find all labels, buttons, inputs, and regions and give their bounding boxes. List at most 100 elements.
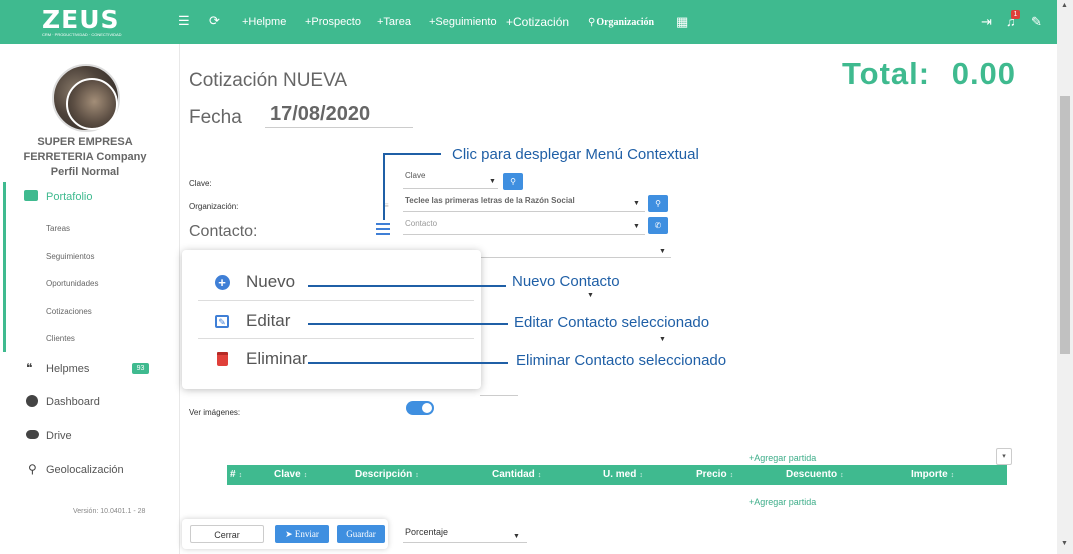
column-header-descripcion[interactable]: Descripción ↕ xyxy=(355,469,419,480)
column-header-descuento[interactable]: Descuento ↕ xyxy=(786,469,844,480)
column-header-cantidad[interactable]: Cantidad ↕ xyxy=(492,469,541,480)
wrench-icon[interactable]: ✎ xyxy=(1031,14,1042,30)
porcentaje-value: Porcentaje xyxy=(405,527,449,537)
organizacion-placeholder: Teclee las primeras letras de la Razón S… xyxy=(405,196,575,205)
nav-seguimiento[interactable]: +Seguimiento xyxy=(429,0,497,44)
menu-item-editar[interactable]: ✎ Editar xyxy=(214,311,290,331)
clave-search-button[interactable]: ⚲ xyxy=(503,173,523,190)
column-header-umed[interactable]: U. med ↕ xyxy=(603,469,643,480)
scroll-up-icon[interactable]: ▲ xyxy=(1061,2,1068,9)
nav-helpme-label[interactable]: +Helpme xyxy=(242,16,286,28)
organizacion-search-button[interactable]: ⚲ xyxy=(648,195,668,212)
active-section-indicator xyxy=(3,182,6,352)
sidebar-sub-cotizaciones[interactable]: Cotizaciones xyxy=(46,307,92,316)
map-pin-icon: ⚲ xyxy=(28,462,37,476)
zeus-logo[interactable]: ZEUS CRM · PRODUCTIVIDAD · CONECTIVIDAD xyxy=(42,5,134,37)
column-header-precio[interactable]: Precio ↕ xyxy=(696,469,733,480)
nav-cotizacion[interactable]: +Cotización xyxy=(506,0,569,44)
ver-imagenes-toggle[interactable] xyxy=(406,401,434,415)
sidebar-item-label: Portafolio xyxy=(46,191,93,203)
notification-badge: 1 xyxy=(1011,10,1020,19)
nav-prospecto-label[interactable]: +Prospecto xyxy=(305,16,361,28)
nav-tarea[interactable]: +Tarea xyxy=(377,0,411,44)
chat-icon: ❝ xyxy=(26,361,33,375)
chevron-down-icon: ▼ xyxy=(513,533,520,540)
total-value: 0.00 xyxy=(951,56,1017,91)
chevron-down-icon: ▼ xyxy=(659,336,666,343)
menu-item-nuevo[interactable]: + Nuevo xyxy=(214,272,295,292)
grid-options-dropdown[interactable]: ▾ xyxy=(996,448,1012,465)
contact-menu-icon[interactable] xyxy=(376,223,390,235)
menu-item-label: Eliminar xyxy=(246,349,308,368)
nav-tarea-label[interactable]: +Tarea xyxy=(377,16,411,28)
hamburger-icon[interactable]: ☰ xyxy=(178,13,190,29)
send-icon: ➤ xyxy=(285,529,293,539)
nav-seguimiento-label[interactable]: +Seguimiento xyxy=(429,16,497,28)
hidden-field-row[interactable] xyxy=(480,380,518,396)
edit-icon: ✎ xyxy=(214,313,230,329)
logo-text: ZEUS xyxy=(42,5,120,34)
vertical-scrollbar[interactable]: ▲ ▼ xyxy=(1057,0,1073,554)
menu-item-eliminar[interactable]: Eliminar xyxy=(214,349,307,369)
porcentaje-select[interactable]: Porcentaje xyxy=(403,527,527,543)
profile-name: Perfil Normal xyxy=(50,166,120,178)
agregar-partida-link-bottom[interactable]: +Agregar partida xyxy=(749,497,816,507)
menu-item-label: Nuevo xyxy=(246,272,296,291)
sidebar-item-label: Dashboard xyxy=(46,396,100,408)
nav-prospecto[interactable]: +Prospecto xyxy=(305,0,361,44)
sidebar-sub-tareas[interactable]: Tareas xyxy=(46,224,70,233)
column-header-clave[interactable]: Clave ↕ xyxy=(274,469,307,480)
cerrar-button[interactable]: Cerrar xyxy=(190,525,264,543)
clave-select-value: Clave xyxy=(405,171,426,180)
enviar-button[interactable]: ➤ Enviar xyxy=(275,525,329,543)
contacto-phone-button[interactable]: ✆ xyxy=(648,217,668,234)
annotation-line-vertical xyxy=(383,153,385,220)
briefcase-icon xyxy=(24,190,38,201)
trash-icon xyxy=(214,351,230,367)
column-header-num[interactable]: # ↕ xyxy=(230,469,242,480)
page-title: Cotización NUEVA xyxy=(189,70,348,91)
agregar-partida-link-top[interactable]: +Agregar partida xyxy=(749,453,816,463)
menu-divider xyxy=(198,300,474,301)
sidebar-item-label: Geolocalización xyxy=(46,464,124,476)
calendar-icon[interactable]: ▦ xyxy=(676,14,688,30)
sidebar-sub-seguimientos[interactable]: Seguimientos xyxy=(46,252,94,261)
annotation-line xyxy=(383,153,441,155)
chevron-down-icon: ▼ xyxy=(489,178,496,185)
logout-icon[interactable]: ⇥ xyxy=(981,14,992,30)
search-icon: ⚲ xyxy=(588,16,596,28)
guardar-button[interactable]: Guardar xyxy=(337,525,385,543)
chevron-down-icon: ▼ xyxy=(659,248,666,255)
sidebar-item-label: Helpmes xyxy=(46,363,90,375)
version-text: Versión: 10.0401.1 - 28 xyxy=(73,508,146,515)
nav-organizacion-label[interactable]: Organización xyxy=(596,17,654,28)
annotation-line xyxy=(308,285,506,287)
organizacion-input[interactable]: Teclee las primeras letras de la Razón S… xyxy=(403,196,645,212)
contacto-select[interactable]: Contacto xyxy=(403,219,645,235)
nav-cotizacion-label[interactable]: +Cotización xyxy=(506,15,569,29)
nav-helpme[interactable]: +Helpme xyxy=(242,0,286,44)
avatar-photo xyxy=(66,78,118,130)
menu-item-label: Editar xyxy=(246,311,291,330)
logo-tagline: CRM · PRODUCTIVIDAD · CONECTIVIDAD xyxy=(42,32,122,37)
chevron-down-icon: ▼ xyxy=(633,200,640,207)
fecha-label: Fecha xyxy=(189,107,242,128)
scrollbar-thumb[interactable] xyxy=(1060,96,1070,354)
sidebar-sub-clientes[interactable]: Clientes xyxy=(46,334,75,343)
sidebar-sub-oportunidades[interactable]: Oportunidades xyxy=(46,279,98,288)
scroll-down-icon[interactable]: ▼ xyxy=(1061,540,1068,547)
total-display: Total: 0.00 xyxy=(842,56,1016,92)
enviar-button-label: Enviar xyxy=(294,529,319,539)
clave-select[interactable]: Clave xyxy=(403,171,498,189)
organizacion-label: Organización: xyxy=(189,202,239,211)
contacto-label: Contacto: xyxy=(189,223,258,240)
fecha-field[interactable]: 17/08/2020 xyxy=(265,103,413,128)
phone-icon: ✆ xyxy=(654,221,662,230)
annotation-eliminar: Eliminar Contacto seleccionado xyxy=(516,352,727,369)
menu-divider xyxy=(198,338,474,339)
refresh-icon[interactable]: ⟳ xyxy=(209,13,220,29)
column-header-importe[interactable]: Importe ↕ xyxy=(911,469,954,480)
nav-organizacion[interactable]: ⚲ Organización xyxy=(588,0,654,44)
search-icon: ⚲ xyxy=(510,177,516,186)
chevron-down-icon: ▼ xyxy=(587,292,594,299)
